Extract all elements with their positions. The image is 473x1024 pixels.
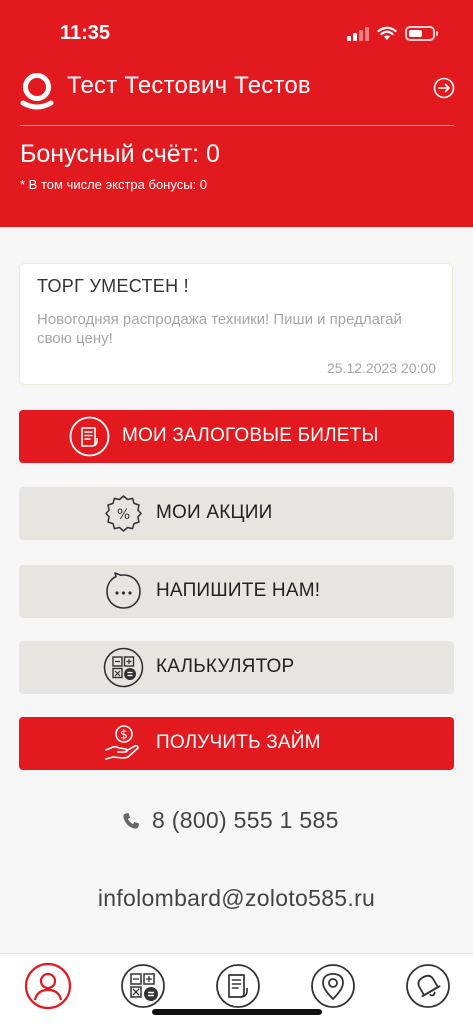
write-us-button[interactable]: НАПИШИТЕ НАМ! (19, 565, 454, 618)
status-time: 11:35 (60, 22, 111, 44)
header-divider (20, 125, 454, 126)
get-loan-label: ПОЛУЧИТЬ ЗАЙМ (156, 732, 321, 753)
bonus-balance: Бонусный счёт: 0 (20, 140, 220, 168)
user-name: Тест Тестович Тестов (67, 72, 311, 99)
news-text: Новогодняя распродажа техники! Пиши и пр… (37, 311, 402, 347)
phone-link[interactable]: 8 (800) 555 1 585 (122, 807, 339, 834)
logo-icon (20, 73, 54, 110)
bonus-note: * В том числе экстра бонусы: 0 (20, 177, 208, 192)
news-card[interactable]: ТОРГ УМЕСТЕН ! Новогодняя распродажа тех… (19, 263, 453, 385)
battery-icon (405, 26, 438, 41)
money-hand-icon: $ (105, 725, 139, 760)
phone-number: 8 (800) 555 1 585 (152, 807, 339, 833)
get-loan-button[interactable]: $ ПОЛУЧИТЬ ЗАЙМ (19, 717, 454, 770)
calculator-tab-icon[interactable] (119, 962, 167, 1010)
phone-icon (123, 812, 139, 829)
calculator-icon (103, 647, 144, 688)
signal-icon (347, 26, 369, 41)
news-title: ТОРГ УМЕСТЕН ! (37, 276, 189, 296)
my-promotions-button[interactable]: % МОИ АКЦИИ (19, 487, 454, 540)
document-icon[interactable] (214, 962, 262, 1010)
svg-text:$: $ (120, 728, 128, 742)
wifi-icon (377, 26, 397, 40)
home-indicator (152, 1009, 322, 1015)
email-link[interactable]: infolombard@zoloto585.ru (0, 885, 473, 912)
write-us-label: НАПИШИТЕ НАМ! (156, 580, 321, 601)
calculator-button[interactable]: КАЛЬКУЛЯТОР (19, 641, 454, 694)
location-icon[interactable] (309, 962, 357, 1010)
profile-icon[interactable] (24, 962, 72, 1010)
my-promotions-label: МОИ АКЦИИ (156, 502, 273, 523)
calculator-label: КАЛЬКУЛЯТОР (156, 656, 295, 677)
header: 11:35 Тест Тестович Тестов Бонусный счёт… (0, 0, 473, 227)
logout-icon[interactable] (433, 77, 455, 99)
my-tickets-button[interactable]: МОИ ЗАЛОГОВЫЕ БИЛЕТЫ (19, 410, 454, 463)
ticket-document-icon (69, 416, 110, 457)
status-icons (347, 26, 438, 41)
news-date: 25.12.2023 20:00 (327, 360, 436, 376)
svg-text:%: % (117, 507, 130, 523)
my-tickets-label: МОИ ЗАЛОГОВЫЕ БИЛЕТЫ (122, 425, 379, 446)
discount-badge-icon: % (105, 495, 142, 532)
bell-icon[interactable] (404, 962, 452, 1010)
chat-bubble-icon (106, 572, 141, 609)
